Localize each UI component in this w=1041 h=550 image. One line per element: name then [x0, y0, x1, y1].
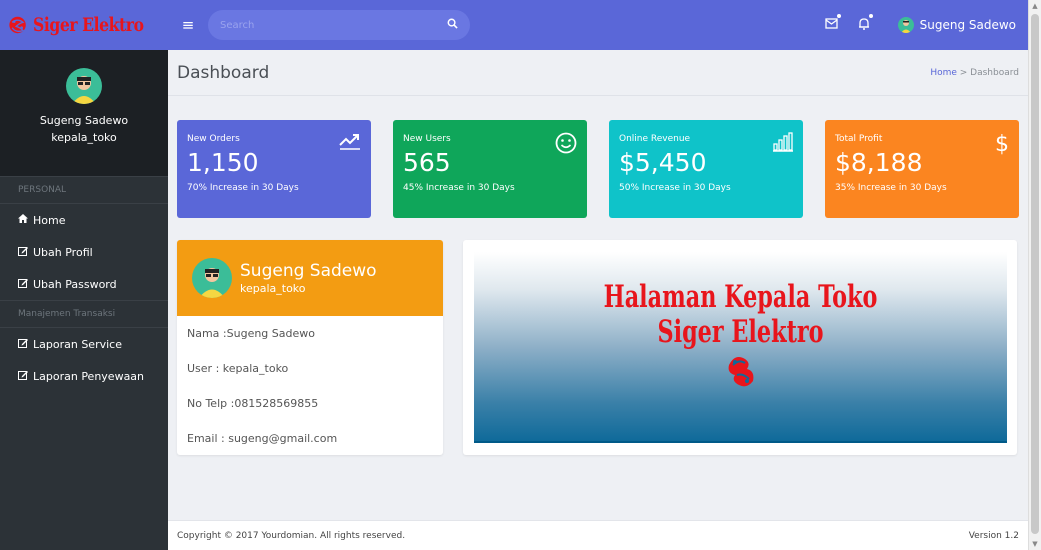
- page-scrollbar[interactable]: ▲ ▼: [1028, 0, 1041, 550]
- avatar: [192, 258, 232, 298]
- sidebar-section-personal: PERSONAL: [0, 176, 168, 204]
- stat-subtext: 70% Increase in 30 Days: [187, 183, 299, 193]
- brand-name: Siger Elektro: [33, 14, 144, 36]
- footer: Copyright © 2017 Yourdomian. All rights …: [168, 520, 1028, 550]
- banner-image: Halaman Kepala Toko Siger Elektro: [474, 252, 1007, 443]
- sidebar-user-name: Sugeng Sadewo: [39, 114, 129, 127]
- user-name: Sugeng Sadewo: [919, 18, 1016, 32]
- stat-subtext: 50% Increase in 30 Days: [619, 183, 731, 193]
- stat-label: Online Revenue: [619, 134, 691, 144]
- brand-logo-icon: [9, 16, 26, 34]
- footer-copyright: Copyright © 2017 Yourdomian. All rights …: [177, 530, 406, 541]
- scroll-up-icon[interactable]: ▲: [1029, 2, 1041, 10]
- profile-telp: No Telp :081528569855: [187, 397, 319, 410]
- menu-icon[interactable]: ≡: [178, 16, 198, 34]
- stat-label: New Orders: [187, 134, 240, 144]
- profile-card-name: Sugeng Sadewo: [240, 261, 377, 281]
- stat-card-total-profit[interactable]: Total Profit $8,188 35% Increase in 30 D…: [825, 120, 1019, 218]
- dollar-icon: $: [995, 132, 1009, 157]
- profile-card-role: kepala_toko: [240, 282, 306, 295]
- stat-card-online-revenue[interactable]: Online Revenue $5,450 50% Increase in 30…: [609, 120, 803, 218]
- search-input[interactable]: [220, 19, 447, 31]
- search-bar[interactable]: [208, 10, 470, 40]
- sidebar-user-role: kepala_toko: [51, 131, 117, 144]
- sidebar-item-label: Laporan Penyewaan: [33, 369, 145, 383]
- page-title: Dashboard: [177, 62, 270, 83]
- avatar: [897, 17, 914, 33]
- stat-card-new-orders[interactable]: New Orders 1,150 70% Increase in 30 Days: [177, 120, 371, 218]
- scroll-down-icon[interactable]: ▼: [1029, 540, 1041, 548]
- footer-version: Version 1.2: [968, 530, 1019, 541]
- home-icon: [18, 214, 28, 226]
- trend-up-icon: [339, 132, 361, 156]
- bell-icon[interactable]: [858, 13, 873, 34]
- avatar: [66, 68, 102, 104]
- stats-row: New Orders 1,150 70% Increase in 30 Days…: [177, 120, 1019, 218]
- profile-email: Email : sugeng@gmail.com: [187, 432, 338, 445]
- sidebar-item-label: Ubah Password: [33, 277, 117, 291]
- sidebar-item-home[interactable]: Home: [0, 204, 168, 236]
- stat-subtext: 45% Increase in 30 Days: [403, 183, 515, 193]
- mail-icon[interactable]: [824, 14, 841, 33]
- search-icon[interactable]: [447, 18, 458, 32]
- sidebar-item-laporan-penyewaan[interactable]: Laporan Penyewaan: [0, 360, 168, 392]
- scrollbar-thumb[interactable]: [1031, 14, 1039, 534]
- breadcrumb-current: Dashboard: [970, 67, 1019, 78]
- banner-title: Halaman Kepala Toko: [603, 279, 878, 315]
- stat-value: 565: [403, 148, 451, 177]
- edit-icon: [18, 246, 28, 259]
- sidebar-item-label: Ubah Profil: [33, 245, 93, 259]
- edit-icon: [18, 278, 28, 291]
- edit-icon: [18, 338, 28, 351]
- stat-value: $8,188: [835, 148, 923, 177]
- brand[interactable]: Siger Elektro: [0, 0, 168, 50]
- sidebar-item-label: Laporan Service: [33, 337, 122, 351]
- main-content: Dashboard Home > Dashboard New Orders 1,…: [168, 50, 1028, 550]
- stat-value: $5,450: [619, 148, 707, 177]
- sidebar-item-ubah-password[interactable]: Ubah Password: [0, 268, 168, 300]
- breadcrumb-home-link[interactable]: Home: [930, 68, 957, 78]
- sidebar-section-transaksi: Manajemen Transaksi: [0, 300, 168, 328]
- profile-nama: Nama :Sugeng Sadewo: [187, 327, 315, 340]
- profile-user: User : kepala_toko: [187, 362, 289, 375]
- sidebar-item-label: Home: [33, 213, 66, 227]
- sidebar-profile: Sugeng Sadewo kepala_toko: [0, 50, 168, 176]
- stat-value: 1,150: [187, 148, 259, 177]
- user-menu[interactable]: Sugeng Sadewo: [897, 17, 1016, 33]
- profile-card: Sugeng Sadewo kepala_toko Nama :Sugeng S…: [177, 240, 443, 455]
- top-navbar: Siger Elektro ≡ Sugeng Sadewo: [0, 0, 1028, 50]
- banner-subtitle: Siger Elektro: [657, 313, 824, 350]
- smile-icon: [555, 132, 577, 159]
- edit-icon: [18, 370, 28, 383]
- sidebar-item-laporan-service[interactable]: Laporan Service: [0, 328, 168, 360]
- breadcrumb: Home > Dashboard: [930, 68, 1019, 78]
- brand-logo-icon: [728, 357, 753, 387]
- profile-card-header: Sugeng Sadewo kepala_toko: [177, 240, 443, 316]
- stat-subtext: 35% Increase in 30 Days: [835, 183, 947, 193]
- stat-label: Total Profit: [835, 134, 883, 144]
- stat-card-new-users[interactable]: New Users 565 45% Increase in 30 Days: [393, 120, 587, 218]
- page-header: Dashboard Home > Dashboard: [168, 50, 1028, 96]
- bar-chart-icon: [773, 132, 793, 157]
- breadcrumb-separator: >: [956, 67, 971, 78]
- sidebar: Sugeng Sadewo kepala_toko PERSONAL Home …: [0, 50, 168, 550]
- banner-card: Halaman Kepala Toko Siger Elektro: [463, 240, 1017, 455]
- sidebar-item-ubah-profil[interactable]: Ubah Profil: [0, 236, 168, 268]
- stat-label: New Users: [403, 134, 451, 144]
